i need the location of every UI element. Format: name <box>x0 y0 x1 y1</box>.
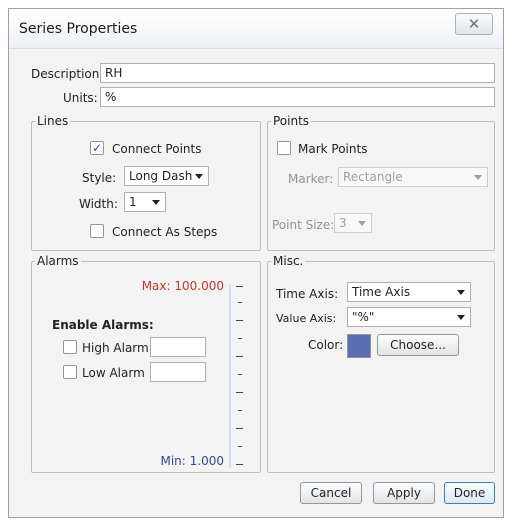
point-size-label: Point Size: <box>272 218 335 232</box>
high-alarm-checkbox[interactable] <box>63 340 77 354</box>
series-properties-dialog: Series Properties ✕ Description: RH Unit… <box>8 8 504 518</box>
points-group: Points Mark Points Marker: Rectangle Poi… <box>267 114 495 251</box>
chevron-down-icon <box>457 290 465 295</box>
time-axis-value: Time Axis <box>352 285 411 299</box>
style-label: Style: <box>82 171 117 185</box>
marker-select[interactable]: Rectangle <box>338 167 488 187</box>
connect-steps-checkbox[interactable] <box>90 224 104 238</box>
marker-label: Marker: <box>288 172 334 186</box>
scale-tick <box>236 286 243 287</box>
scale-tick <box>236 464 243 465</box>
misc-legend: Misc. <box>271 254 306 268</box>
scale-tick <box>238 446 242 447</box>
alarm-min-label: Min: 1.000 <box>160 454 224 468</box>
scale-tick <box>236 320 243 321</box>
color-label: Color: <box>308 338 344 352</box>
marker-value: Rectangle <box>343 170 403 184</box>
scale-tick <box>236 428 243 429</box>
low-alarm-label: Low Alarm <box>82 366 145 380</box>
width-select[interactable]: 1 <box>124 192 166 212</box>
close-button[interactable]: ✕ <box>455 13 493 35</box>
alarms-legend: Alarms <box>35 254 81 268</box>
lines-group: Lines ✓ Connect Points Style: Long Dash … <box>31 114 261 251</box>
time-axis-label: Time Axis: <box>276 287 339 301</box>
description-field[interactable]: RH <box>100 63 495 83</box>
connect-points-checkbox[interactable]: ✓ <box>90 141 104 155</box>
scale-tick <box>238 374 242 375</box>
enable-alarms-label: Enable Alarms: <box>52 318 154 332</box>
cancel-button[interactable]: Cancel <box>300 482 362 504</box>
units-label: Units: <box>63 91 98 105</box>
chevron-down-icon <box>152 200 160 205</box>
dialog-title: Series Properties <box>19 21 138 37</box>
scale-tick <box>238 302 242 303</box>
style-value: Long Dash <box>129 169 193 183</box>
high-alarm-field[interactable] <box>150 337 206 357</box>
value-axis-value: "%" <box>352 310 375 324</box>
width-value: 1 <box>129 195 137 209</box>
alarm-scale-line[interactable] <box>229 284 231 468</box>
connect-steps-label: Connect As Steps <box>112 225 218 239</box>
value-axis-label: Value Axis: <box>276 312 337 325</box>
color-swatch[interactable] <box>347 334 371 358</box>
low-alarm-checkbox[interactable] <box>63 365 77 379</box>
misc-group: Misc. Time Axis: Time Axis Value Axis: "… <box>267 254 495 473</box>
point-size-select[interactable]: 3 <box>334 213 372 233</box>
point-size-value: 3 <box>339 216 347 230</box>
mark-points-checkbox[interactable] <box>277 141 291 155</box>
time-axis-select[interactable]: Time Axis <box>347 282 471 302</box>
title-bar: Series Properties ✕ <box>9 9 503 49</box>
units-value: % <box>105 90 117 104</box>
style-select[interactable]: Long Dash <box>124 166 209 186</box>
alarm-max-label: Max: 100.000 <box>141 279 224 293</box>
chevron-down-icon <box>457 315 465 320</box>
chevron-down-icon <box>474 175 482 180</box>
scale-tick <box>236 356 243 357</box>
width-label: Width: <box>79 197 118 211</box>
units-field[interactable]: % <box>100 87 495 107</box>
checkmark-icon: ✓ <box>91 141 103 155</box>
choose-color-button[interactable]: Choose... <box>377 334 459 356</box>
description-label: Description: <box>31 67 104 81</box>
alarms-group: Alarms Max: 100.000 Min: 1.000 Enable Al… <box>31 254 261 473</box>
done-button[interactable]: Done <box>444 482 495 504</box>
description-value: RH <box>105 66 123 80</box>
mark-points-label: Mark Points <box>298 142 368 156</box>
apply-button[interactable]: Apply <box>373 482 435 504</box>
low-alarm-field[interactable] <box>150 362 206 382</box>
close-icon: ✕ <box>467 15 481 33</box>
scale-tick <box>236 392 243 393</box>
connect-points-label: Connect Points <box>112 142 202 156</box>
value-axis-select[interactable]: "%" <box>347 307 471 327</box>
scale-tick <box>238 410 242 411</box>
chevron-down-icon <box>195 174 203 179</box>
points-legend: Points <box>271 114 312 128</box>
high-alarm-label: High Alarm <box>82 341 149 355</box>
lines-legend: Lines <box>35 114 71 128</box>
scale-tick <box>238 338 242 339</box>
chevron-down-icon <box>358 221 366 226</box>
